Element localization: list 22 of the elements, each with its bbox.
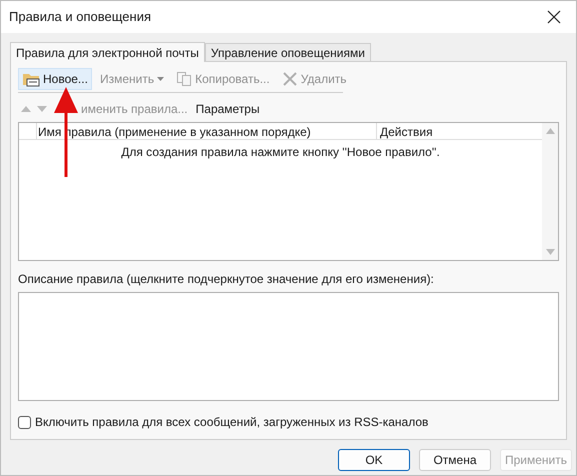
folder-icon xyxy=(22,71,40,87)
options-button[interactable]: Параметры xyxy=(196,100,260,118)
description-label: Описание правила (щелкните подчеркнутое значение для его изменения): xyxy=(18,271,435,288)
scroll-down-icon[interactable] xyxy=(546,249,554,255)
scrollbar[interactable] xyxy=(542,123,558,260)
close-icon xyxy=(547,10,561,24)
scroll-up-icon[interactable] xyxy=(546,128,554,134)
up-arrow-icon[interactable] xyxy=(21,106,31,112)
checkbox[interactable] xyxy=(18,416,31,428)
tab[interactable]: Правила для электронной почты xyxy=(10,42,205,62)
empty-table-message: Для создания правила нажмите кнопку ''Новое правило''. xyxy=(120,144,441,161)
checkbox-label: Включить правила для всех сообщений, загруженных из RSS-каналов xyxy=(35,414,428,431)
down-arrow-icon[interactable] xyxy=(37,106,47,112)
tab[interactable]: Управление оповещениями xyxy=(204,43,371,61)
window-title: Правила и оповещения xyxy=(9,8,152,26)
copy-icon xyxy=(176,71,192,87)
caret-icon xyxy=(157,77,164,81)
dialog-button[interactable]: Отмена xyxy=(419,449,491,471)
toolbar-button[interactable]: Новое... xyxy=(18,68,92,90)
close-icon xyxy=(282,71,298,87)
column-header[interactable]: Действия xyxy=(377,123,542,139)
dialog-button[interactable]: OK xyxy=(338,449,410,471)
